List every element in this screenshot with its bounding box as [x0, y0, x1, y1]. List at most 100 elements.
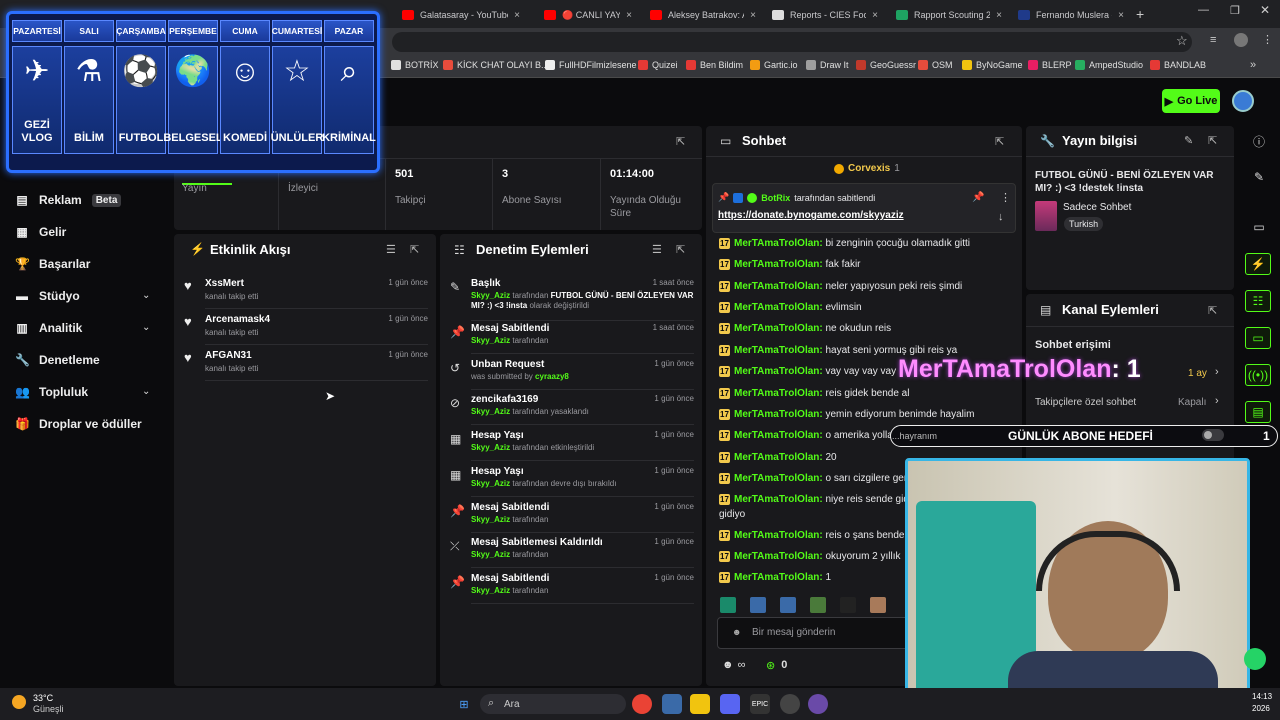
top-gifter[interactable]: Corvexis 1	[834, 163, 900, 174]
url-field[interactable]	[392, 32, 1192, 52]
chat-message[interactable]: 17 MerTAmaTrolOlan: ne okudun reis	[719, 323, 891, 334]
sidebar-item-droplar-ve-d-ller[interactable]: 🎁 Droplar ve ödüller	[15, 417, 142, 431]
chat-username[interactable]: MerTAmaTrolOlan:	[734, 430, 823, 441]
sidebar-item-topluluk[interactable]: 👥 Topluluk	[15, 385, 88, 399]
expand-stats-icon[interactable]: ⇱	[676, 135, 685, 148]
chevron-down-icon[interactable]: ⌄	[142, 386, 150, 397]
chat-username[interactable]: MerTAmaTrolOlan:	[734, 473, 823, 484]
chat-username[interactable]: MerTAmaTrolOlan:	[734, 302, 823, 313]
clock-time[interactable]: 14:13	[1252, 692, 1272, 701]
broadcast-rail-icon[interactable]: ((•))	[1245, 364, 1271, 386]
filter-moderation-icon[interactable]: ☰	[652, 243, 662, 256]
app-icon[interactable]	[808, 694, 828, 714]
expand-info-icon[interactable]: ⇱	[1208, 134, 1217, 147]
emote-5-icon[interactable]	[840, 597, 856, 613]
maximize-icon[interactable]: ❐	[1230, 4, 1240, 17]
chat-message[interactable]: 17 MerTAmaTrolOlan: niye reis sende gid	[719, 494, 909, 505]
action-user[interactable]: Skyy_Aziz	[471, 407, 510, 416]
chat-message[interactable]: 17 MerTAmaTrolOlan: 20	[719, 452, 837, 463]
windows-start-icon[interactable]: ⊞	[454, 694, 474, 714]
server-rail-icon[interactable]: ▤	[1245, 401, 1271, 423]
chat-message[interactable]: 17 MerTAmaTrolOlan: o amerika yolla	[719, 430, 893, 441]
chat-message[interactable]: 17 MerTAmaTrolOlan: yemin ediyorum benimd…	[719, 409, 974, 420]
browser-tab[interactable]: Galatasaray - YouTube ×	[396, 4, 526, 26]
close-window-icon[interactable]: ✕	[1260, 3, 1270, 17]
emoji-icon[interactable]: ☻	[732, 627, 741, 637]
chat-message[interactable]: 17 MerTAmaTrolOlan: bi zenginin çocuğu ol…	[719, 238, 970, 249]
bookmark-item[interactable]: Quizei	[638, 60, 678, 70]
event-username[interactable]: XssMert	[205, 278, 244, 289]
weather-temp[interactable]: 33°C	[33, 693, 53, 703]
action-user[interactable]: Skyy_Aziz	[471, 479, 510, 488]
browser-tab[interactable]: Fernando Muslera - A ×	[1012, 4, 1130, 26]
chevron-down-icon[interactable]: ⌄	[142, 322, 150, 333]
chrome-icon[interactable]	[632, 694, 652, 714]
pencil-rail-icon[interactable]: ✎	[1245, 166, 1273, 188]
bookmark-item[interactable]: Gartic.io	[750, 60, 798, 70]
action-user[interactable]: cyraazy8	[535, 372, 569, 381]
sidebar-item-reklam[interactable]: ▤ Reklam Beta	[15, 193, 122, 207]
epic-icon[interactable]: EPIC	[750, 694, 770, 714]
window-rail-icon[interactable]: ▭	[1245, 216, 1273, 238]
goal-toggle[interactable]	[1202, 429, 1224, 444]
bookmark-item[interactable]: GeoGuessr	[856, 60, 916, 70]
profile-avatar[interactable]	[1234, 33, 1248, 47]
bookmarks-more-icon[interactable]: »	[1250, 59, 1256, 71]
expand-activity-icon[interactable]: ⇱	[410, 243, 419, 256]
action-user[interactable]: Skyy_Aziz	[471, 336, 510, 345]
emote-2-icon[interactable]	[750, 597, 766, 613]
access-duration-value[interactable]: 1 ay	[1188, 368, 1207, 379]
popout-chat-icon[interactable]: ⇱	[995, 135, 1004, 148]
channel-points-icon[interactable]: ⊛	[766, 659, 775, 672]
action-user[interactable]: Skyy_Aziz	[471, 291, 510, 300]
chat-message[interactable]: 17 MerTAmaTrolOlan: 1	[719, 572, 831, 583]
sidebar-item-st-dyo[interactable]: ▬ Stüdyo	[15, 289, 80, 303]
steam-icon[interactable]	[780, 694, 800, 714]
user-avatar[interactable]	[1232, 90, 1254, 112]
chat-message[interactable]: 17 MerTAmaTrolOlan: reis gidek bende al	[719, 388, 909, 399]
chat-message[interactable]: 17 MerTAmaTrolOlan: neler yapıyosun peki …	[719, 281, 962, 292]
bookmark-item[interactable]: FullHDFilmizlesene	[545, 60, 637, 70]
followers-only-value[interactable]: Kapalı	[1178, 397, 1206, 408]
chat-username[interactable]: MerTAmaTrolOlan:	[734, 323, 823, 334]
bookmark-item[interactable]: Draw It	[806, 60, 849, 70]
chevron-right-icon-2[interactable]: ›	[1215, 395, 1219, 407]
close-tab-icon[interactable]: ×	[626, 10, 632, 21]
event-username[interactable]: Arcenamask4	[205, 314, 270, 325]
emote-3-icon[interactable]	[780, 597, 796, 613]
minimize-icon[interactable]: —	[1198, 4, 1209, 16]
chat-username[interactable]: MerTAmaTrolOlan:	[734, 494, 823, 505]
bookmark-item[interactable]: AmpedStudio	[1075, 60, 1143, 70]
activity-event[interactable]: ♥ AFGAN31 kanalı takip etti 1 gün önce	[184, 350, 428, 384]
chat-username[interactable]: MerTAmaTrolOlan:	[734, 281, 823, 292]
sidebar-item-ba-ar-lar[interactable]: 🏆 Başarılar	[15, 257, 90, 271]
edit-pencil-icon[interactable]: ✎	[1184, 134, 1193, 147]
clock-date[interactable]: 2026	[1252, 704, 1270, 713]
action-user[interactable]: Skyy_Aziz	[471, 550, 510, 559]
activity-event[interactable]: ♥ XssMert kanalı takip etti 1 gün önce	[184, 278, 428, 312]
browser-tab[interactable]: 🔴 CANLI YAYIN | Al ×	[538, 4, 638, 26]
emote-4-icon[interactable]	[810, 597, 826, 613]
activity-event[interactable]: ♥ Arcenamask4 kanalı takip etti 1 gün önce	[184, 314, 428, 348]
action-user[interactable]: Skyy_Aziz	[471, 443, 510, 452]
chat-username[interactable]: MerTAmaTrolOlan:	[734, 259, 823, 270]
chat-message[interactable]: 17 MerTAmaTrolOlan: o sarı cizgilere gen	[719, 473, 909, 484]
action-user[interactable]: Skyy_Aziz	[471, 515, 510, 524]
category-name[interactable]: Sadece Sohbet	[1063, 202, 1131, 213]
sidebar-item-gelir[interactable]: ▦ Gelir	[15, 225, 66, 239]
chat-username[interactable]: MerTAmaTrolOlan:	[734, 345, 823, 356]
chat-message[interactable]: 17 MerTAmaTrolOlan: okuyorum 2 yıllık	[719, 551, 901, 562]
followers-only-label[interactable]: Takipçilere özel sohbet	[1035, 397, 1136, 408]
emote-6-icon[interactable]	[870, 597, 886, 613]
pin-toggle-icon[interactable]: 📌	[972, 192, 984, 203]
filter-icon[interactable]: ☰	[386, 243, 396, 256]
info-icon[interactable]: ⓘ	[1245, 130, 1273, 152]
bookmark-item[interactable]: BOTRİX	[391, 60, 439, 70]
close-tab-icon[interactable]: ×	[872, 10, 878, 21]
whatsapp-icon[interactable]	[1244, 648, 1266, 670]
chat-message[interactable]: 17 MerTAmaTrolOlan: vay vay vay vay	[719, 366, 896, 377]
chat-username[interactable]: MerTAmaTrolOlan:	[734, 409, 823, 420]
chat-username[interactable]: MerTAmaTrolOlan:	[734, 530, 823, 541]
browser-tab[interactable]: Aleksey Batrakov: Av ×	[644, 4, 762, 26]
collapse-pin-icon[interactable]: ↓	[998, 211, 1004, 223]
